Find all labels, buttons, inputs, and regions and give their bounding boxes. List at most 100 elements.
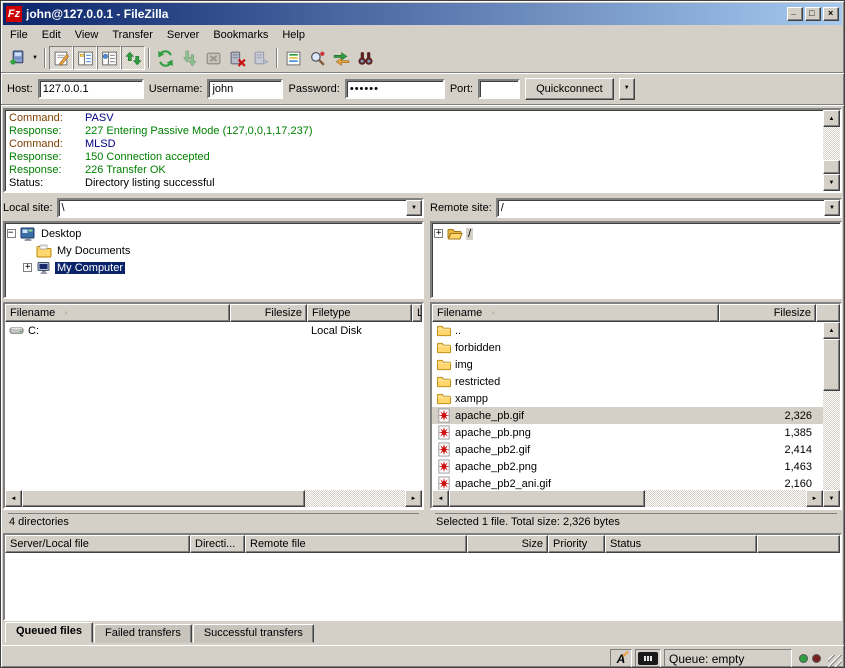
log-line: Command:MLSD — [9, 138, 819, 151]
scroll-thumb[interactable] — [22, 490, 305, 507]
tree-item-desktop[interactable]: Desktop — [7, 225, 420, 242]
toggle-transfer-queue-button[interactable] — [121, 46, 145, 70]
scroll-thumb[interactable] — [823, 160, 840, 174]
synchronized-browsing-button[interactable] — [329, 46, 353, 70]
file-row[interactable]: apache_pb.png 1,385 — [432, 424, 823, 441]
column-header-last-modified[interactable]: L — [412, 304, 422, 322]
site-manager-button[interactable] — [5, 46, 29, 70]
remote-tree: / — [430, 221, 842, 299]
cancel-operation-button[interactable] — [201, 46, 225, 70]
title-bar[interactable]: Fz john@127.0.0.1 - FileZilla — [3, 3, 842, 25]
disconnect-button[interactable] — [225, 46, 249, 70]
column-header-filename[interactable]: Filename — [432, 304, 719, 322]
process-queue-button[interactable] — [177, 46, 201, 70]
toggle-local-tree-button[interactable] — [73, 46, 97, 70]
menu-transfer[interactable]: Transfer — [105, 27, 160, 43]
menu-server[interactable]: Server — [160, 27, 206, 43]
chevron-down-icon[interactable] — [406, 200, 422, 216]
column-header-filetype[interactable]: Filetype — [307, 304, 412, 322]
log-scrollbar[interactable] — [823, 110, 840, 191]
file-row[interactable]: .. — [432, 322, 823, 339]
username-input[interactable] — [207, 79, 283, 99]
scroll-thumb[interactable] — [823, 339, 840, 391]
file-row[interactable]: restricted — [432, 373, 823, 390]
remote-horizontal-scrollbar[interactable] — [432, 490, 823, 507]
file-size: 2,326 — [784, 410, 812, 422]
column-header-filesize[interactable]: Filesize — [719, 304, 816, 322]
scroll-down-button[interactable] — [823, 174, 840, 191]
queue-col-status[interactable]: Status — [605, 535, 757, 553]
reconnect-button[interactable] — [249, 46, 273, 70]
remote-site-combo[interactable]: / — [496, 198, 842, 218]
local-horizontal-scrollbar[interactable] — [5, 490, 422, 507]
menu-edit[interactable]: Edit — [35, 27, 68, 43]
local-list-body: C: Local Disk — [5, 322, 422, 490]
queue-col-priority[interactable]: Priority — [548, 535, 605, 553]
maximize-button[interactable] — [805, 7, 821, 21]
chevron-down-icon[interactable] — [824, 200, 840, 216]
scroll-right-button[interactable] — [405, 490, 422, 507]
refresh-button[interactable] — [153, 46, 177, 70]
menu-bookmarks[interactable]: Bookmarks — [206, 27, 275, 43]
password-label: Password: — [288, 83, 339, 95]
file-row-c-drive[interactable]: C: Local Disk — [5, 322, 422, 339]
collapse-expander[interactable] — [7, 229, 16, 238]
site-manager-dropdown[interactable] — [29, 46, 41, 70]
local-site-combo[interactable]: \ — [57, 198, 424, 218]
file-row-selected[interactable]: apache_pb.gif 2,326 — [432, 407, 823, 424]
scroll-left-button[interactable] — [432, 490, 449, 507]
remote-vertical-scrollbar[interactable] — [823, 322, 840, 507]
expand-expander[interactable] — [434, 229, 443, 238]
password-input[interactable] — [345, 79, 445, 99]
tab-queued-files[interactable]: Queued files — [5, 622, 93, 643]
image-file-icon — [436, 459, 452, 474]
tab-successful-transfers[interactable]: Successful transfers — [193, 624, 314, 643]
queue-col-remote-file[interactable]: Remote file — [245, 535, 467, 553]
file-row[interactable]: img — [432, 356, 823, 373]
file-row[interactable]: apache_pb2_ani.gif 2,160 — [432, 475, 823, 490]
message-log-lines: Command:PASV Response:227 Entering Passi… — [5, 110, 823, 191]
menu-help[interactable]: Help — [275, 27, 312, 43]
scroll-left-button[interactable] — [5, 490, 22, 507]
menu-file[interactable]: File — [3, 27, 35, 43]
queue-col-server-local-file[interactable]: Server/Local file — [5, 535, 190, 553]
filename-filters-button[interactable] — [281, 46, 305, 70]
resize-grip[interactable] — [828, 655, 842, 668]
expand-expander[interactable] — [23, 263, 32, 272]
scroll-up-button[interactable] — [823, 322, 840, 339]
toggle-message-log-button[interactable] — [49, 46, 73, 70]
quickconnect-button[interactable]: Quickconnect — [525, 78, 614, 100]
toggle-remote-tree-button[interactable] — [97, 46, 121, 70]
tab-failed-transfers[interactable]: Failed transfers — [94, 624, 192, 643]
minimize-button[interactable] — [787, 7, 803, 21]
close-button[interactable] — [823, 7, 839, 21]
scroll-up-button[interactable] — [823, 110, 840, 127]
quickconnect-dropdown[interactable] — [619, 78, 635, 100]
column-header-filesize[interactable]: Filesize — [230, 304, 307, 322]
file-row[interactable]: apache_pb2.gif 2,414 — [432, 441, 823, 458]
tree-item-root[interactable]: / — [434, 225, 838, 242]
scroll-down-button[interactable] — [823, 490, 840, 507]
local-site-bar: Local site: \ — [3, 197, 424, 219]
remote-list-header: Filename Filesize — [432, 304, 840, 322]
tree-item-my-computer[interactable]: My Computer — [7, 259, 420, 276]
column-header-filename[interactable]: Filename — [5, 304, 230, 322]
file-size: 2,160 — [784, 478, 812, 490]
file-row[interactable]: apache_pb2.png 1,463 — [432, 458, 823, 475]
port-input[interactable] — [478, 79, 520, 99]
host-input[interactable] — [38, 79, 144, 99]
tree-item-my-documents[interactable]: My Documents — [7, 242, 420, 259]
queue-col-size[interactable]: Size — [467, 535, 548, 553]
directory-comparison-button[interactable] — [305, 46, 329, 70]
log-type: Response: — [9, 125, 85, 138]
file-row[interactable]: xampp — [432, 390, 823, 407]
queue-col-direction[interactable]: Directi... — [190, 535, 245, 553]
file-name: apache_pb.gif — [455, 410, 524, 422]
file-row[interactable]: forbidden — [432, 339, 823, 356]
scroll-right-button[interactable] — [806, 490, 823, 507]
menu-view[interactable]: View — [68, 27, 106, 43]
file-name: restricted — [455, 376, 500, 388]
local-status-text: 4 directories — [8, 513, 419, 528]
find-files-button[interactable] — [353, 46, 377, 70]
scroll-thumb[interactable] — [449, 490, 645, 507]
